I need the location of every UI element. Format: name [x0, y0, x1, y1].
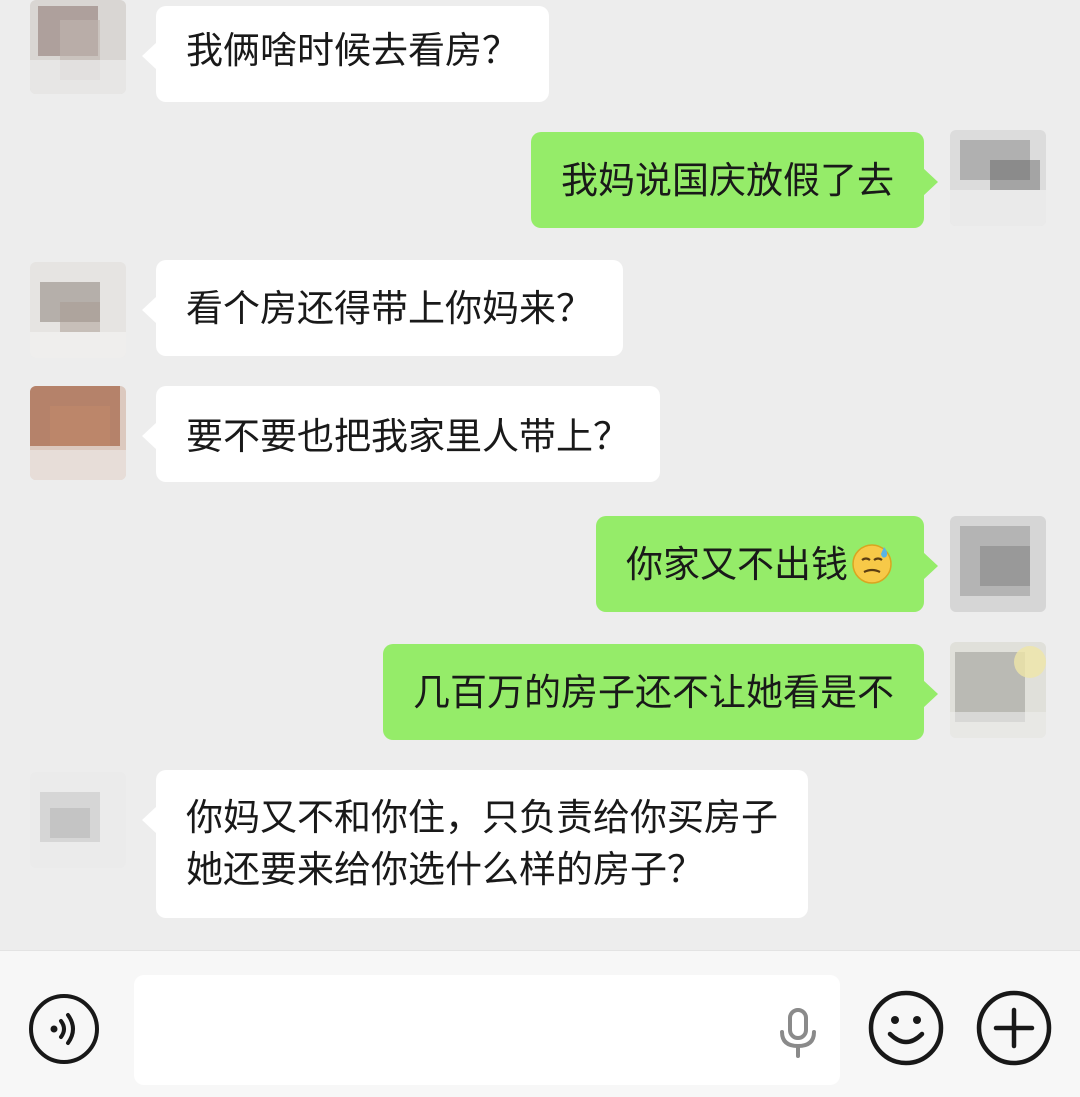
- message-incoming: 你妈又不和你住，只负责给你买房子 她还要来给你选什么样的房子？: [0, 770, 1080, 920]
- sweat-smile-emoji: [852, 544, 892, 584]
- voice-icon[interactable]: [28, 993, 100, 1065]
- message-text: 我妈说国庆放假了去: [561, 159, 894, 202]
- message-text: 要不要也把我家里人带上？: [186, 415, 630, 458]
- message-incoming: 我俩啥时候去看房？: [0, 0, 1080, 110]
- message-outgoing: 你家又不出钱: [0, 514, 1080, 614]
- message-text: 看个房还得带上你妈来？: [186, 287, 593, 330]
- message-input[interactable]: [134, 975, 840, 1085]
- message-outgoing: 几百万的房子还不让她看是不: [0, 642, 1080, 742]
- message-bubble[interactable]: 我俩啥时候去看房？: [142, 6, 549, 102]
- message-incoming: 看个房还得带上你妈来？: [0, 258, 1080, 358]
- user-avatar[interactable]: [950, 516, 1046, 612]
- plus-icon[interactable]: [974, 988, 1054, 1068]
- microphone-icon[interactable]: [770, 1004, 826, 1060]
- emoji-icon[interactable]: [866, 988, 946, 1068]
- contact-avatar[interactable]: [30, 386, 126, 480]
- message-bubble[interactable]: 你妈又不和你住，只负责给你买房子 她还要来给你选什么样的房子？: [142, 770, 808, 918]
- message-text: 几百万的房子还不让她看是不: [413, 671, 894, 714]
- message-text-line: 她还要来给你选什么样的房子？: [186, 848, 704, 891]
- message-bubble[interactable]: 看个房还得带上你妈来？: [142, 260, 623, 356]
- message-text: 你家又不出钱: [626, 543, 848, 586]
- contact-avatar[interactable]: [30, 772, 126, 868]
- message-outgoing: 我妈说国庆放假了去: [0, 130, 1080, 230]
- contact-avatar[interactable]: [30, 0, 126, 94]
- message-incoming: 要不要也把我家里人带上？: [0, 386, 1080, 486]
- message-text-line: 你妈又不和你住，只负责给你买房子: [186, 796, 778, 839]
- contact-avatar[interactable]: [30, 262, 126, 358]
- chat-area: 我俩啥时候去看房？ 我妈说国庆放假了去 看个房还得带上你妈来？ 要不要也把我家里…: [0, 0, 1080, 950]
- message-text: 我俩啥时候去看房？: [186, 29, 519, 72]
- user-avatar[interactable]: [950, 642, 1046, 738]
- message-bubble[interactable]: 你家又不出钱: [596, 516, 938, 612]
- message-bubble[interactable]: 我妈说国庆放假了去: [531, 132, 938, 228]
- message-bubble[interactable]: 几百万的房子还不让她看是不: [383, 644, 938, 740]
- message-bubble[interactable]: 要不要也把我家里人带上？: [142, 386, 660, 482]
- user-avatar[interactable]: [950, 130, 1046, 226]
